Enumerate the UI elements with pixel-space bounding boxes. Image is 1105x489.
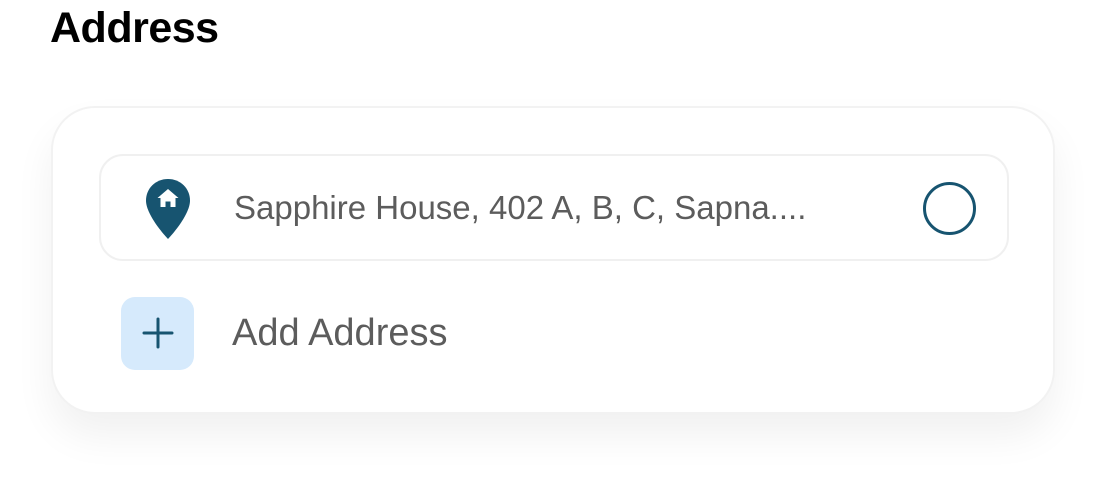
section-title: Address: [50, 4, 219, 52]
address-section: Address Sapphire House, 402 A, B, C, Sap…: [0, 0, 1105, 489]
add-address-label: Add Address: [232, 312, 448, 354]
plus-icon[interactable]: [121, 296, 194, 370]
address-option[interactable]: Sapphire House, 402 A, B, C, Sapna....: [99, 154, 1009, 261]
address-text: Sapphire House, 402 A, B, C, Sapna....: [234, 189, 807, 226]
home-location-pin-icon: [145, 178, 191, 240]
address-card: Sapphire House, 402 A, B, C, Sapna.... A…: [51, 106, 1055, 414]
address-radio-button[interactable]: [923, 182, 976, 235]
add-address-button[interactable]: Add Address: [121, 296, 447, 370]
